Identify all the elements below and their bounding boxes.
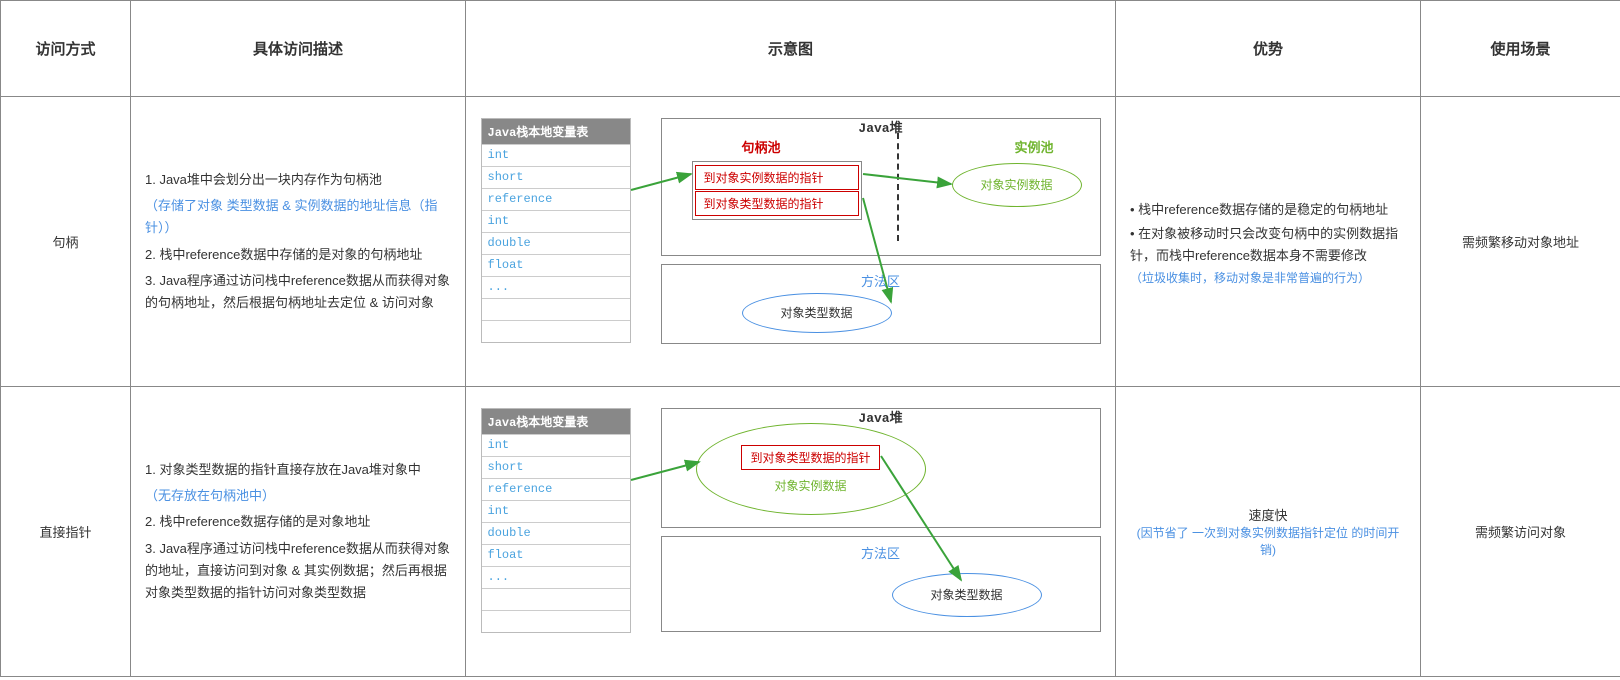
type-data-label: 对象类型数据 [930,586,1002,603]
ptr-to-type: 到对象类型数据的指针 [741,445,879,470]
adv-note: (因节省了 一次到对象实例数据指针定位 的时间开销) [1130,524,1406,558]
scene-direct: 需频繁访问对象 [1421,387,1620,677]
desc-line-blue: （无存放在句柄池中） [145,485,451,507]
access-mode-handle: 句柄 [1,97,131,387]
method-area-box: 方法区 对象类型数据 [661,264,1101,344]
instance-data-ellipse: 到对象类型数据的指针 对象实例数据 [696,423,926,515]
diagram-direct: Java栈本地变量表 int short reference int doubl… [481,402,1101,662]
type-data-ellipse: 对象类型数据 [742,293,892,333]
method-area-box: 方法区 对象类型数据 [661,536,1101,632]
diagram-cell-direct: Java栈本地变量表 int short reference int doubl… [466,387,1116,677]
advantages-direct: 速度快 (因节省了 一次到对象实例数据指针定位 的时间开销) [1116,387,1421,677]
diagram-cell-handle: Java栈本地变量表 int short reference int doubl… [466,97,1116,387]
stack-cell [482,298,630,320]
stack-cell: float [482,544,630,566]
scene-handle: 需频繁移动对象地址 [1421,97,1620,387]
java-stack-box: Java栈本地变量表 int short reference int doubl… [481,118,631,343]
stack-title: Java栈本地变量表 [482,119,630,144]
access-mode-direct: 直接指针 [1,387,131,677]
stack-cell: double [482,522,630,544]
instance-data-label: 对象实例数据 [980,176,1052,193]
adv-bullet: 在对象被移动时只会改变句柄中的实例数据指针，而栈中reference数据本身不需… [1130,223,1406,267]
java-heap-box: Java堆 到对象类型数据的指针 对象实例数据 [661,408,1101,528]
desc-handle: 1. Java堆中会划分出一块内存作为句柄池 （存储了对象 类型数据 & 实例数… [131,97,466,387]
label-instance-pool: 实例池 [1014,137,1053,156]
header-access: 访问方式 [1,1,131,97]
header-diagram: 示意图 [466,1,1116,97]
desc-line: 3. Java程序通过访问栈中reference数据从而获得对象的句柄地址，然后… [145,270,451,314]
desc-line-blue: （存储了对象 类型数据 & 实例数据的地址信息（指针）） [145,195,451,239]
heap-title: Java堆 [858,407,902,426]
label-handle-pool: 句柄池 [742,137,781,156]
stack-cell: float [482,254,630,276]
stack-cell: short [482,456,630,478]
type-data-label: 对象类型数据 [780,304,852,321]
desc-line: 1. 对象类型数据的指针直接存放在Java堆对象中 [145,459,451,481]
header-scene: 使用场景 [1421,1,1620,97]
adv-main: 速度快 [1130,505,1406,524]
table-row: 句柄 1. Java堆中会划分出一块内存作为句柄池 （存储了对象 类型数据 & … [1,97,1620,387]
java-heap-box: Java堆 句柄池 实例池 到对象实例数据的指针 到对象类型数据的指针 对象实例… [661,118,1101,256]
stack-cell: int [482,144,630,166]
java-stack-box: Java栈本地变量表 int short reference int doubl… [481,408,631,633]
desc-line: 1. Java堆中会划分出一块内存作为句柄池 [145,169,451,191]
desc-line: 2. 栈中reference数据中存储的是对象的句柄地址 [145,244,451,266]
method-area-title: 方法区 [861,543,900,562]
adv-bullet: 栈中reference数据存储的是稳定的句柄地址 [1130,199,1406,221]
stack-cell [482,320,630,342]
desc-line: 3. Java程序通过访问栈中reference数据从而获得对象的地址，直接访问… [145,538,451,604]
stack-cell-reference: reference [482,478,630,500]
stack-cell-reference: reference [482,188,630,210]
ptr-to-instance: 到对象实例数据的指针 [695,165,859,190]
ptr-to-type: 到对象类型数据的指针 [695,191,859,216]
advantages-handle: 栈中reference数据存储的是稳定的句柄地址 在对象被移动时只会改变句柄中的… [1116,97,1421,387]
diagram-handle: Java栈本地变量表 int short reference int doubl… [481,112,1101,372]
stack-cell [482,588,630,610]
header-adv: 优势 [1116,1,1421,97]
stack-cell: int [482,210,630,232]
stack-cell: double [482,232,630,254]
header-desc: 具体访问描述 [131,1,466,97]
header-row: 访问方式 具体访问描述 示意图 优势 使用场景 [1,1,1620,97]
stack-cell [482,610,630,632]
stack-title: Java栈本地变量表 [482,409,630,434]
stack-cell: ... [482,566,630,588]
stack-cell: int [482,434,630,456]
desc-direct: 1. 对象类型数据的指针直接存放在Java堆对象中 （无存放在句柄池中） 2. … [131,387,466,677]
desc-line: 2. 栈中reference数据存储的是对象地址 [145,511,451,533]
adv-note: （垃圾收集时，移动对象是非常普遍的行为） [1130,269,1406,286]
stack-cell: ... [482,276,630,298]
type-data-ellipse: 对象类型数据 [892,573,1042,617]
comparison-table: 访问方式 具体访问描述 示意图 优势 使用场景 句柄 1. Java堆中会划分出… [0,0,1620,677]
handle-pointer-box: 到对象实例数据的指针 到对象类型数据的指针 [692,161,862,220]
method-area-title: 方法区 [861,271,900,290]
table-row: 直接指针 1. 对象类型数据的指针直接存放在Java堆对象中 （无存放在句柄池中… [1,387,1620,677]
instance-data-label: 对象实例数据 [774,477,846,494]
vertical-divider [897,133,899,241]
stack-cell: int [482,500,630,522]
instance-data-ellipse: 对象实例数据 [952,163,1082,207]
stack-cell: short [482,166,630,188]
